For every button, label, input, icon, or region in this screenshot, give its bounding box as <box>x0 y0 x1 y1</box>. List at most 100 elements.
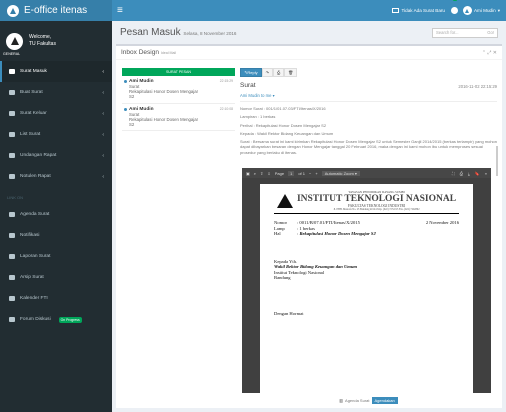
agendakan-button[interactable]: Agendakan <box>371 396 398 404</box>
chevron-left-icon: ‹ <box>102 68 104 75</box>
list-item[interactable]: Ami Mudin 22:10:08 Surat Rekapitulasi Ho… <box>122 104 235 132</box>
mail-line: S2 <box>129 94 135 100</box>
print-icon: ⎙ <box>276 70 281 75</box>
sidebar-item-list-surat[interactable]: List Surat ‹ <box>0 124 112 145</box>
meta-lampiran: Lampiran : 1 berkas <box>240 114 276 120</box>
search-placeholder: Search for... <box>436 30 459 35</box>
mail-subject: Surat <box>240 82 256 89</box>
messages-menu[interactable]: Tidak Ada Surat Baru <box>392 8 445 13</box>
prev-page-icon[interactable]: ⇧ <box>260 171 263 176</box>
letter-value: Rekapitulasi Honor Dosen Mengajar S2 <box>299 231 376 236</box>
search-button[interactable]: Go! <box>487 30 494 35</box>
sidebar-link-kalender-fti[interactable]: Kalender FTI <box>0 288 112 309</box>
inbox-title: Inbox Design Ideal Mail <box>121 49 176 56</box>
sidebar-item-label: Notifikasi <box>20 233 40 238</box>
app-logo[interactable]: E-office itenas <box>0 0 112 21</box>
sidebar-link-agenda-surat[interactable]: Agenda Surat <box>0 204 112 225</box>
mail-to-toggle[interactable]: Ami Mudin to me ▾ <box>240 93 497 102</box>
page-title-text: Pesan Masuk <box>120 27 181 38</box>
sidebar-item-label: Surat Masuk <box>20 69 47 74</box>
next-page-icon[interactable]: ⇩ <box>267 171 270 176</box>
sidebar-item-surat-masuk[interactable]: Surat Masuk ‹ <box>0 61 112 82</box>
page-subtitle: Selasa, 8 November 2016 <box>183 31 237 36</box>
sidebar-item-buat-surat[interactable]: Buat Surat ‹ <box>0 82 112 103</box>
pdf-page: YAYASAN PENDIDIKAN DAYANG SUMBI INSTITUT… <box>260 184 473 393</box>
sidebar-link-arsip-surat[interactable]: Arsip Surat <box>0 267 112 288</box>
letter-body: 2 November 2016 Nomor: 0011/B/07.01/FTI/… <box>274 220 459 316</box>
sidebar: Welcome, TU Fakultas GENERAL Surat Masuk… <box>0 21 112 412</box>
sidebar-item-label: Agenda Surat <box>20 212 50 217</box>
hamburger-icon[interactable]: ≡ <box>117 5 123 16</box>
logo-icon <box>276 193 293 208</box>
meta-perihal: Perihal : Rekapitulasi Honor Dosen Menga… <box>240 122 327 128</box>
chevron-left-icon: ‹ <box>102 110 104 117</box>
inbox-title-text: Inbox Design <box>121 49 159 56</box>
list-item[interactable]: Ami Mudin 22:15:29 Surat Rekapitulasi Ho… <box>122 76 235 104</box>
notes-icon <box>9 174 15 179</box>
letter-date: 2 November 2016 <box>425 220 459 225</box>
messages-text: Tidak Ada Surat Baru <box>401 8 445 13</box>
sidebar-item-label: Surat Keluar <box>20 111 47 116</box>
print-button[interactable]: ⎙ <box>272 68 285 77</box>
user-name: Ami Mudin <box>473 8 496 13</box>
book-icon <box>9 212 15 217</box>
report-icon <box>9 254 15 259</box>
top-navbar: ≡ Tidak Ada Surat Baru Ami Mudin ▾ <box>112 0 506 21</box>
print-icon[interactable]: ⎙ <box>460 171 463 176</box>
search-icon[interactable]: ⌕ <box>254 171 256 176</box>
sidebar-section-header: LINK ON <box>7 195 24 200</box>
user-menu[interactable]: Ami Mudin ▾ <box>462 6 500 15</box>
sidebar-link-forum-diskusi[interactable]: Forum Diskusi On Progress <box>0 309 112 330</box>
presentation-icon[interactable]: ⛶ <box>452 171 455 176</box>
surat-pesan-button[interactable]: SURAT PESAN <box>122 68 235 76</box>
user-panel: Welcome, TU Fakultas GENERAL <box>0 21 112 61</box>
delete-button[interactable]: 🗑 <box>284 68 298 77</box>
more-tools-icon[interactable]: » <box>485 171 487 176</box>
pdf-viewer: ▣ ⌕ ⇧ ⇩ Page 1 of 1 − + Automatic Zoom ▾… <box>242 168 491 393</box>
zoom-in-icon[interactable]: + <box>315 171 317 176</box>
chevron-down-icon: ▾ <box>497 7 500 13</box>
chevron-left-icon: ‹ <box>102 89 104 96</box>
sidebar-item-label: Laporan Surat <box>20 254 51 259</box>
bell-icon <box>9 233 15 238</box>
sidebar-link-notifikasi[interactable]: Notifikasi <box>0 225 112 246</box>
mail-time: 22:10:08 <box>219 106 233 111</box>
box-tools[interactable]: ⌃ ⤢ ✕ <box>482 50 497 56</box>
mail-open-icon <box>9 153 15 158</box>
sidebar-item-label: List Surat <box>20 132 41 137</box>
bookmark-icon[interactable]: 🔖 <box>475 171 480 176</box>
zoom-value: Automatic Zoom <box>324 170 354 176</box>
mail-time: 22:15:29 <box>219 79 233 83</box>
main-content: Pesan Masuk Selasa, 8 November 2016 Sear… <box>112 21 506 412</box>
mail-from: Ami Mudin <box>129 106 154 112</box>
mail-datetime: 2016-11-02 22:15:29 <box>458 84 497 89</box>
sidebar-item-surat-keluar[interactable]: Surat Keluar ‹ <box>0 103 112 124</box>
unread-dot-icon <box>124 107 127 111</box>
chat-icon <box>9 317 15 322</box>
sidebar-item-undangan-rapat[interactable]: Undangan Rapat ‹ <box>0 145 112 166</box>
reply-button[interactable]: ↰ Reply <box>240 68 262 77</box>
chevron-left-icon: ‹ <box>102 131 104 138</box>
forward-button[interactable]: ↷ <box>261 68 273 77</box>
calendar-icon <box>9 296 15 301</box>
reader-toolbar: ↰ Reply ↷ ⎙ 🗑 <box>240 68 497 77</box>
notifications-menu[interactable] <box>450 0 458 14</box>
letterhead: YAYASAN PENDIDIKAN DAYANG SUMBI INSTITUT… <box>260 184 473 211</box>
trash-icon: 🗑 <box>288 70 294 75</box>
zoom-select[interactable]: Automatic Zoom ▾ <box>321 170 360 176</box>
sidebar-item-notulen-rapat[interactable]: Notulen Rapat ‹ <box>0 166 112 187</box>
sidebar-item-label: Notulen Rapat <box>20 174 51 179</box>
page-of: of 1 <box>298 170 305 176</box>
zoom-out-icon[interactable]: − <box>309 171 311 176</box>
search-input[interactable]: Search for... Go! <box>432 27 498 38</box>
sidebar-toggle-icon[interactable]: ▣ <box>246 171 250 176</box>
inbox-icon <box>9 69 15 74</box>
welcome-text: Welcome, <box>29 34 52 40</box>
sidebar-link-laporan-surat[interactable]: Laporan Surat <box>0 246 112 267</box>
letter-closing: Dengan Hormat <box>274 310 304 316</box>
inbox-box: Inbox Design Ideal Mail ⌃ ⤢ ✕ SURAT PESA… <box>116 44 502 408</box>
page-number-input[interactable]: 1 <box>288 170 295 176</box>
scrollbar[interactable] <box>496 146 498 176</box>
download-icon[interactable]: ⤓ <box>468 171 470 176</box>
app-title: E-office itenas <box>24 5 88 16</box>
